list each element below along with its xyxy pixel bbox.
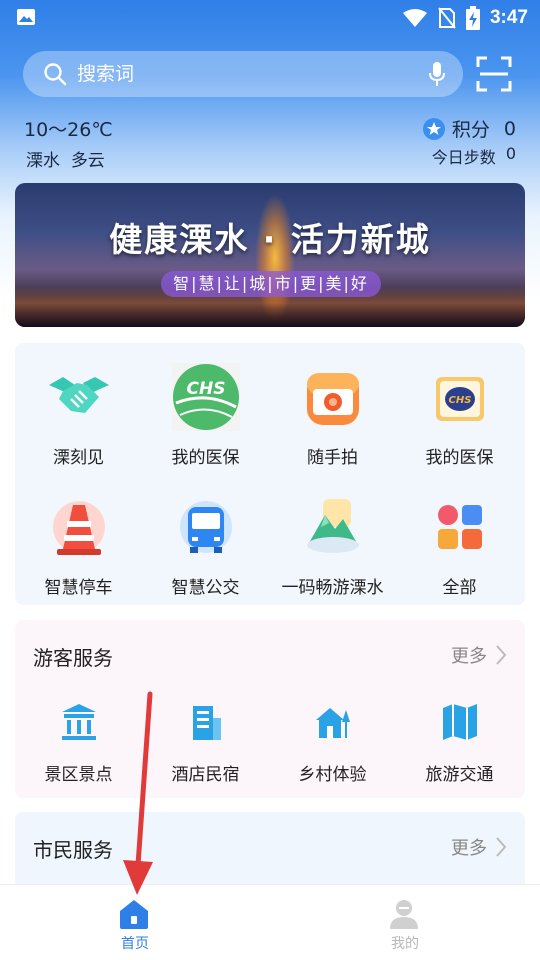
steps-label: 今日步数 <box>431 148 496 167</box>
app-item[interactable]: 全部 <box>396 483 523 603</box>
app-item[interactable]: 溧刻见 <box>15 353 142 473</box>
weather-condition: 多云 <box>70 151 105 171</box>
star-badge-icon <box>422 117 445 140</box>
home-icon <box>120 900 148 929</box>
app-grid: 溧刻见 CHS 我的医保 随手拍 CHS 我的医保 智慧停车 智慧公交 一码畅游… <box>15 343 525 605</box>
app-label: 智慧公交 <box>171 578 240 598</box>
gallery-icon <box>17 9 35 25</box>
steps-value: 0 <box>505 144 516 163</box>
house-icon <box>316 708 350 738</box>
weather-location: 溧水 多云 <box>26 146 105 171</box>
more-label: 更多 <box>451 838 487 859</box>
tab-label: 我的 <box>391 936 419 952</box>
more-label: 更多 <box>451 646 487 667</box>
clock: 3:47 <box>489 7 528 28</box>
search-bar[interactable] <box>23 51 463 97</box>
points[interactable]: 积分 0 <box>422 115 516 142</box>
chevron-right-icon <box>496 837 507 857</box>
service-item[interactable]: 乡村体验 <box>269 702 396 792</box>
app-label: 我的医保 <box>425 448 494 468</box>
temperature: 10～26℃ <box>24 119 113 141</box>
grid-icon <box>438 505 482 549</box>
points-label: 积分 <box>451 119 490 141</box>
steps: 今日步数 0 <box>432 144 516 168</box>
scan-icon[interactable] <box>476 56 512 92</box>
service-label: 乡村体验 <box>298 765 367 785</box>
app-item[interactable]: 一码畅游溧水 <box>269 483 396 603</box>
app-item[interactable]: 智慧公交 <box>142 483 269 603</box>
wifi-icon <box>402 9 427 27</box>
status-bar: 3:47 <box>0 0 540 36</box>
section-title: 市民服务 <box>33 838 113 862</box>
more-link[interactable]: 更多 <box>451 834 507 860</box>
temple-icon <box>62 704 96 740</box>
battery-charging-icon <box>465 6 480 30</box>
profile-icon <box>390 900 418 929</box>
app-label: 全部 <box>442 578 477 598</box>
service-label: 旅游交通 <box>425 765 494 785</box>
chs-green-icon: CHS <box>172 363 240 431</box>
more-link[interactable]: 更多 <box>451 642 507 668</box>
service-item[interactable]: 旅游交通 <box>396 702 523 792</box>
app-item[interactable]: CHS 我的医保 <box>142 353 269 473</box>
annotation-arrow-icon <box>123 691 153 895</box>
app-label: 智慧停车 <box>44 578 113 598</box>
mountain-icon <box>307 499 359 553</box>
points-value: 0 <box>503 117 516 140</box>
section-title: 游客服务 <box>33 646 113 670</box>
chs-card-icon: CHS <box>436 377 484 421</box>
tab-label: 首页 <box>121 936 149 952</box>
app-label: 一码畅游溧水 <box>281 578 384 598</box>
svg-text:CHS: CHS <box>449 395 472 406</box>
app-label: 溧刻见 <box>53 448 104 468</box>
no-sim-icon <box>438 7 456 29</box>
banner-title: 健康溧水 · 活力新城 <box>109 220 431 259</box>
banner-subtitle: 智|慧|让|城|市|更|美|好 <box>161 271 381 297</box>
handshake-icon <box>49 377 109 413</box>
tab-mine[interactable]: 我的 <box>270 885 540 960</box>
bus-icon <box>180 501 232 553</box>
location-name: 溧水 <box>26 151 60 171</box>
traffic-cone-icon <box>53 501 105 555</box>
promo-banner[interactable]: 健康溧水 · 活力新城 智|慧|让|城|市|更|美|好 <box>15 183 525 327</box>
app-item[interactable]: 智慧停车 <box>15 483 142 603</box>
building-icon <box>193 706 221 740</box>
microphone-icon[interactable] <box>427 61 447 87</box>
app-item[interactable]: CHS 我的医保 <box>396 353 523 473</box>
camera-icon <box>307 373 359 425</box>
map-icon <box>443 704 477 740</box>
search-input[interactable] <box>77 51 437 97</box>
app-label: 随手拍 <box>307 448 358 468</box>
app-item[interactable]: 随手拍 <box>269 353 396 473</box>
search-icon <box>44 63 67 86</box>
tourist-service-card: 游客服务 更多 景区景点 酒店民宿 乡村体验 旅游交通 <box>15 620 525 798</box>
bottom-navigation: 首页 我的 <box>0 884 540 960</box>
chevron-right-icon <box>496 645 507 665</box>
svg-text:CHS: CHS <box>187 379 226 399</box>
app-label: 我的医保 <box>171 448 240 468</box>
